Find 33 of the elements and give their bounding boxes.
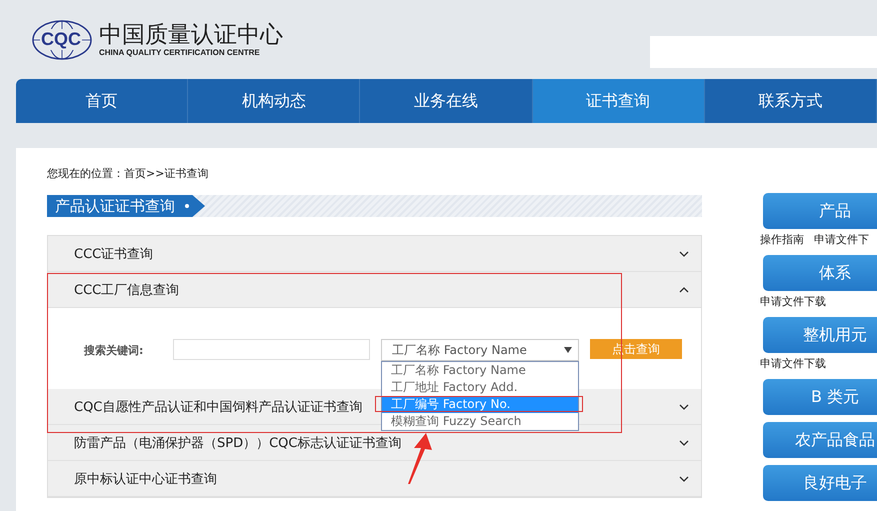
sidebar-link[interactable]: 申请文件下 (814, 232, 869, 247)
dropdown-triangle-icon (564, 347, 572, 353)
field-select[interactable]: 工厂名称 Factory Name (381, 339, 579, 361)
site-title: 中国质量认证中心 (99, 22, 283, 48)
search-field[interactable] (650, 36, 877, 68)
section-title: 产品认证证书查询 (47, 195, 205, 217)
nav-tab[interactable]: 机构动态 (188, 79, 360, 123)
category-button[interactable]: 农产品食品 (763, 422, 877, 458)
category-button[interactable]: 良好电子 (763, 465, 877, 501)
sidebar-link[interactable]: 申请文件下载 (760, 294, 826, 309)
accordion-title: 原中标认证中心证书查询 (74, 470, 217, 488)
accordion-title: CCC证书查询 (74, 246, 154, 262)
category-button[interactable]: 体系 (763, 255, 877, 291)
category-button[interactable]: 产品 (763, 193, 877, 229)
breadcrumb: 您现在的位置：首页>>证书查询 (47, 166, 210, 181)
keyword-input[interactable] (173, 339, 370, 360)
sidebar-link[interactable]: 申请文件下载 (760, 356, 826, 371)
category-button[interactable]: 整机用元 (763, 317, 877, 353)
sidebar-link[interactable]: 操作指南 (760, 232, 804, 247)
accordion-title: CQC自愿性产品认证和中国饲料产品认证证书查询 (74, 398, 362, 416)
keyword-label: 搜索关键词: (84, 343, 144, 358)
accordion-header[interactable]: 原中标认证中心证书查询 (48, 461, 701, 497)
accordion-header[interactable]: CCC工厂信息查询 (48, 272, 701, 308)
nav-tab[interactable]: 联系方式 (704, 79, 877, 123)
accordion-header[interactable]: CCC证书查询 (48, 236, 701, 272)
site-subtitle: CHINA QUALITY CERTIFICATION CENTRE (99, 48, 261, 57)
logo-text: CQC (40, 28, 82, 50)
nav-tab[interactable]: 首页 (16, 79, 188, 123)
accordion-title: CCC工厂信息查询 (74, 282, 180, 298)
dropdown-option[interactable]: 工厂名称 Factory Name (382, 362, 578, 379)
accordion-title: 防雷产品（电涌保护器（SPD））CQC标志认证证书查询 (74, 434, 402, 452)
category-button[interactable]: B 类元 (763, 379, 877, 415)
nav-tab[interactable]: 证书查询 (532, 79, 705, 123)
